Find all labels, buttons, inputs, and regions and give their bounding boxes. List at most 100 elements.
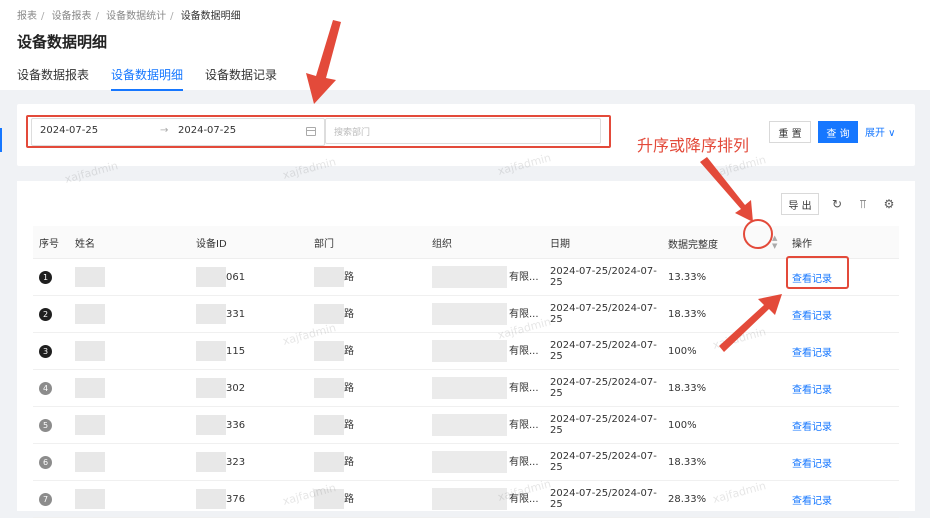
breadcrumb-current: 设备数据明细 (180, 11, 241, 22)
filter-panel: 2024-07-25 → 2024-07-25 搜索部门 重 置 查 询 展开 … (17, 104, 915, 166)
redacted-name (75, 415, 105, 435)
annotation-sort-label: 升序或降序排列 (637, 136, 750, 155)
row-index-badge: 3 (39, 344, 52, 358)
redacted-org-prefix (432, 377, 507, 399)
redacted-name (75, 378, 105, 398)
side-indicator (0, 128, 2, 152)
table-row: 2 331 路 有限... 2024-07-25/2024-07-25 18.33% 查看记… (33, 295, 899, 333)
col-index: 序号 (33, 226, 69, 259)
completeness-cell: 18.33% (662, 295, 786, 333)
completeness-cell: 100% (662, 406, 786, 444)
col-org: 组织 (426, 226, 544, 259)
breadcrumb: 报表 / 设备报表 / 设备数据统计 / 设备数据明细 (17, 11, 241, 22)
view-record-link[interactable]: 查看记录 (792, 385, 832, 396)
query-button[interactable]: 查 询 (818, 121, 858, 143)
settings-icon[interactable]: ⚙ (881, 196, 897, 212)
column-height-icon[interactable]: ⫪ (855, 196, 871, 212)
redacted-device-prefix (196, 415, 226, 435)
redacted-org-prefix (432, 414, 507, 436)
org-name: 有限... (509, 272, 539, 283)
breadcrumb-item[interactable]: 设备报表 (52, 11, 92, 22)
redacted-device-prefix (196, 267, 226, 287)
row-index-badge: 2 (39, 307, 52, 321)
redacted-org-prefix (432, 266, 507, 288)
export-button[interactable]: 导 出 (781, 193, 819, 215)
view-record-link[interactable]: 查看记录 (792, 422, 832, 433)
date-cell: 2024-07-25/2024-07-25 (544, 369, 662, 407)
tab-bar: 设备数据报表 设备数据明细 设备数据记录 (17, 66, 277, 91)
device-id: 115 (226, 346, 246, 357)
dept-name: 路 (344, 420, 354, 431)
redacted-name (75, 304, 105, 324)
org-name: 有限... (509, 346, 539, 357)
redacted-dept-prefix (314, 378, 344, 398)
view-record-link[interactable]: 查看记录 (792, 348, 832, 359)
completeness-cell: 18.33% (662, 369, 786, 407)
row-index-badge: 5 (39, 418, 52, 432)
redacted-name (75, 341, 105, 361)
redacted-dept-prefix (314, 267, 344, 287)
redacted-device-prefix (196, 304, 226, 324)
annotation-sort-circle (743, 219, 773, 249)
data-table: 序号 姓名 设备ID 部门 组织 日期 数据完整度▲ ▼ 操作 1 061 路有限..… (33, 226, 899, 518)
row-index-badge: 1 (39, 270, 52, 284)
view-record-link[interactable]: 查看记录 (792, 496, 832, 507)
col-completeness-label: 数据完整度 (668, 239, 718, 251)
completeness-cell: 18.33% (662, 443, 786, 481)
view-record-link[interactable]: 查看记录 (792, 311, 832, 322)
redacted-org-prefix (432, 451, 507, 473)
table-row: 5 336 路 有限... 2024-07-25/2024-07-25 100% 查看记录 (33, 406, 899, 444)
view-record-link[interactable]: 查看记录 (792, 459, 832, 470)
breadcrumb-item[interactable]: 设备数据统计 (106, 11, 166, 22)
device-id: 061 (226, 272, 246, 283)
redacted-org-prefix (432, 340, 507, 362)
date-cell: 2024-07-25/2024-07-25 (544, 258, 662, 296)
redacted-device-prefix (196, 378, 226, 398)
dept-name: 路 (344, 457, 354, 468)
row-index-badge: 7 (39, 492, 52, 506)
reset-button[interactable]: 重 置 (769, 121, 811, 143)
table-row: 7 376 路 有限... 2024-07-25/2024-07-25 28.33% 查看记… (33, 480, 899, 518)
redacted-org-prefix (432, 488, 507, 510)
completeness-cell: 28.33% (662, 480, 786, 518)
tab-device-data-detail[interactable]: 设备数据明细 (111, 66, 184, 91)
redacted-dept-prefix (314, 415, 344, 435)
annotation-link-box (786, 256, 849, 289)
expand-button[interactable]: 展开 ∨ (865, 124, 896, 139)
redacted-dept-prefix (314, 304, 344, 324)
tab-device-data-report[interactable]: 设备数据报表 (17, 66, 89, 91)
device-id: 376 (226, 494, 246, 505)
breadcrumb-item[interactable]: 报表 (17, 11, 37, 22)
col-device-id: 设备ID (190, 226, 308, 259)
redacted-dept-prefix (314, 341, 344, 361)
completeness-cell: 100% (662, 332, 786, 370)
org-name: 有限... (509, 457, 539, 468)
dept-name: 路 (344, 346, 354, 357)
redacted-device-prefix (196, 489, 226, 509)
row-index-badge: 4 (39, 381, 52, 395)
table-panel: 导 出 ↻ ⫪ ⚙ 序号 姓名 设备ID 部门 组织 日期 数据完整度▲ ▼ 操作… (17, 181, 915, 518)
org-name: 有限... (509, 420, 539, 431)
redacted-dept-prefix (314, 452, 344, 472)
dept-name: 路 (344, 309, 354, 320)
redacted-device-prefix (196, 452, 226, 472)
tab-device-data-record[interactable]: 设备数据记录 (205, 66, 277, 91)
device-id: 302 (226, 383, 246, 394)
table-toolbar: 导 出 ↻ ⫪ ⚙ (781, 193, 897, 215)
date-cell: 2024-07-25/2024-07-25 (544, 443, 662, 481)
redacted-org-prefix (432, 303, 507, 325)
dept-name: 路 (344, 494, 354, 505)
col-name: 姓名 (69, 226, 190, 259)
table-row: 3 115 路 有限... 2024-07-25/2024-07-25 100% 查看记录 (33, 332, 899, 370)
annotation-filter-frame (26, 115, 611, 148)
org-name: 有限... (509, 309, 539, 320)
page-title: 设备数据明细 (17, 33, 108, 51)
col-actions: 操作 (786, 226, 899, 259)
completeness-cell: 13.33% (662, 258, 786, 296)
col-dept: 部门 (308, 226, 426, 259)
device-id: 323 (226, 457, 246, 468)
col-date: 日期 (544, 226, 662, 259)
date-cell: 2024-07-25/2024-07-25 (544, 332, 662, 370)
dept-name: 路 (344, 383, 354, 394)
refresh-icon[interactable]: ↻ (829, 196, 845, 212)
